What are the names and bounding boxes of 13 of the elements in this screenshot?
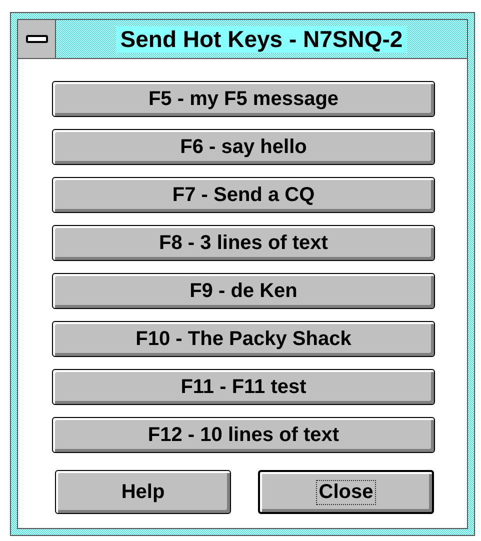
hotkey-button[interactable]: F9 - de Ken	[52, 273, 435, 309]
menu-icon	[26, 35, 48, 43]
hotkey-button[interactable]: F10 - The Packy Shack	[52, 321, 435, 357]
system-menu-button[interactable]	[18, 20, 56, 58]
window-title: Send Hot Keys - N7SNQ-2	[116, 26, 407, 52]
hotkey-button[interactable]: F5 - my F5 message	[52, 81, 435, 117]
hotkey-button[interactable]: F6 - say hello	[52, 129, 435, 165]
dialog-button[interactable]: Help	[55, 470, 231, 514]
hotkey-button[interactable]: F7 - Send a CQ	[52, 177, 435, 213]
hotkey-button[interactable]: F12 - 10 lines of text	[52, 417, 435, 453]
hotkey-button[interactable]: F8 - 3 lines of text	[52, 225, 435, 261]
hotkey-button[interactable]: F11 - F11 test	[52, 369, 435, 405]
dialog-button[interactable]: Close	[258, 470, 434, 514]
